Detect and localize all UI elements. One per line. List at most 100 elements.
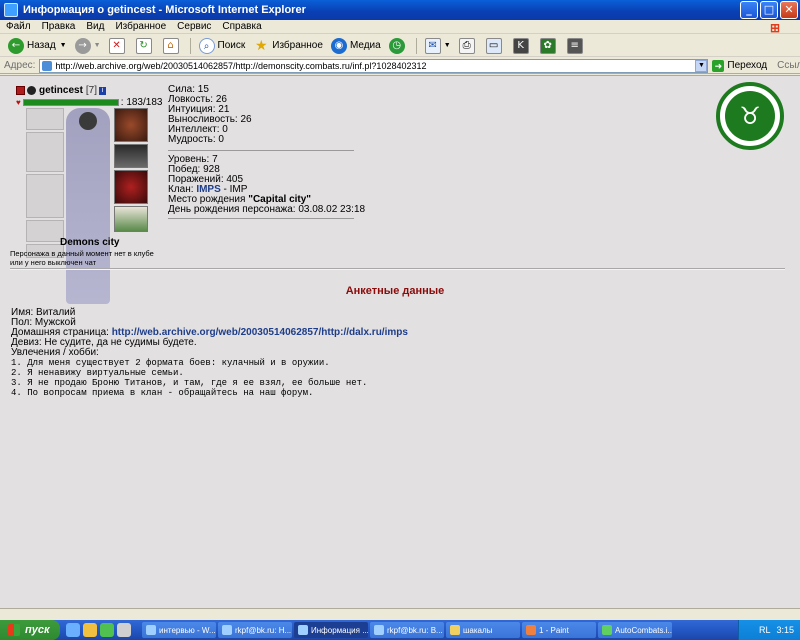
mail-icon: ✉ — [424, 37, 441, 54]
forward-dropdown-icon[interactable]: ▼ — [94, 42, 101, 49]
mail-button[interactable]: ✉ ▼ — [424, 37, 451, 54]
page-content: getincest [7] i ♥ : 183/183 Сила: 15 Лов… — [0, 75, 800, 608]
quicklaunch-media-icon[interactable] — [100, 623, 114, 637]
task-item[interactable]: интервью - W... — [142, 622, 216, 638]
word-icon — [146, 625, 156, 635]
menu-favorites[interactable]: Избранное — [115, 21, 166, 32]
offline-note-line-1: Персонажа в данный момент нет в клубе — [10, 249, 154, 258]
slot-weapon[interactable] — [26, 132, 64, 172]
window-title: Информация о getincest - Microsoft Inter… — [23, 4, 306, 16]
start-label: пуск — [25, 624, 50, 636]
back-arrow-icon: ← — [8, 37, 24, 54]
hobby-item: 4. По вопросам приема в клан - обращайте… — [11, 388, 314, 398]
address-field[interactable]: ▼ — [39, 58, 709, 73]
menu-help[interactable]: Справка — [222, 21, 261, 32]
discuss-icon: K — [512, 37, 529, 54]
slot-armor[interactable] — [26, 174, 64, 218]
toolbar-separator — [415, 37, 417, 54]
menu-tools[interactable]: Сервис — [177, 21, 211, 32]
start-button[interactable]: пуск — [0, 620, 60, 640]
address-dropdown-icon[interactable]: ▼ — [695, 59, 708, 72]
home-button[interactable]: ⌂ — [162, 37, 182, 54]
menu-edit[interactable]: Правка — [42, 21, 76, 32]
forward-button[interactable]: → ▼ — [74, 37, 101, 54]
go-button[interactable]: ➜ Переход — [712, 59, 767, 72]
window-controls: _ □ ✕ — [740, 1, 798, 19]
hp-text: : 183/183 — [120, 97, 163, 108]
quicklaunch-app-icon[interactable] — [117, 623, 131, 637]
menu-view[interactable]: Вид — [86, 21, 104, 32]
info-divider — [168, 218, 354, 219]
slot-helmet[interactable] — [26, 108, 64, 130]
ie-icon — [374, 625, 384, 635]
character-name: getincest — [39, 85, 83, 96]
task-label: шакалы — [463, 625, 493, 635]
taskbar: пуск интервью - W... rkpf@bk.ru: Н... Ин… — [0, 620, 800, 640]
stat-wisdom: Мудрость: 0 — [168, 134, 224, 145]
item-gloves-image[interactable] — [114, 144, 148, 168]
toolbar-separator — [189, 37, 191, 54]
back-button[interactable]: ← Назад ▼ — [8, 37, 67, 54]
research-button[interactable]: ≡ — [566, 37, 586, 54]
offline-note-line-2: или у него выключен чат — [10, 258, 97, 267]
media-button[interactable]: ◉ Медиа — [330, 37, 381, 54]
task-item[interactable]: AutoCombats.i... — [598, 622, 672, 638]
home-icon: ⌂ — [162, 37, 179, 54]
item-boots-image[interactable] — [114, 206, 148, 232]
hp-line: ♥ : 183/183 — [16, 97, 162, 108]
item-shield-image[interactable] — [114, 170, 148, 204]
task-item[interactable]: Информация ... — [294, 622, 368, 638]
research-icon: ≡ — [566, 37, 583, 54]
task-item[interactable]: 1 - Paint — [522, 622, 596, 638]
back-dropdown-icon[interactable]: ▼ — [60, 42, 67, 49]
print-button[interactable]: ⎙ — [458, 37, 478, 54]
task-item[interactable]: rkpf@bk.ru: В... — [370, 622, 444, 638]
task-item[interactable]: rkpf@bk.ru: Н... — [218, 622, 292, 638]
clan-emblem-logo[interactable]: ♉ — [716, 82, 784, 150]
bull-icon: ♉ — [725, 91, 775, 141]
offline-note: Персонажа в данный момент нет в клубе ил… — [10, 249, 180, 267]
stop-button[interactable]: ✕ — [108, 37, 128, 54]
character-doll — [24, 108, 150, 306]
edit-button[interactable]: ▭ — [485, 37, 505, 54]
ie-icon — [298, 625, 308, 635]
task-label: 1 - Paint — [539, 625, 569, 635]
links-button[interactable]: Ссылки — [777, 60, 800, 71]
close-button[interactable]: ✕ — [780, 1, 798, 19]
task-item[interactable]: шакалы — [446, 622, 520, 638]
info-icon[interactable]: i — [99, 86, 107, 95]
task-label: AutoCombats.i... — [615, 625, 672, 635]
refresh-icon: ↻ — [135, 37, 152, 54]
city-name: Demons city — [60, 237, 120, 248]
slot-belt[interactable] — [26, 220, 64, 242]
edit-icon: ▭ — [485, 37, 502, 54]
app-icon — [602, 625, 612, 635]
quicklaunch-desktop-icon[interactable] — [83, 623, 97, 637]
stats-divider — [168, 150, 354, 151]
task-label: Информация ... — [311, 625, 368, 635]
messenger-button[interactable]: ✿ — [539, 37, 559, 54]
minimize-button[interactable]: _ — [740, 1, 758, 19]
back-label: Назад — [27, 40, 56, 51]
favorites-button[interactable]: ★ Избранное — [253, 38, 323, 54]
hp-bar-fill — [23, 100, 118, 105]
menu-file[interactable]: Файл — [6, 21, 31, 32]
profile-section-title: Анкетные данные — [345, 285, 445, 297]
section-divider — [10, 268, 785, 270]
stop-icon: ✕ — [108, 37, 125, 54]
refresh-button[interactable]: ↻ — [135, 37, 155, 54]
toolbar: ← Назад ▼ → ▼ ✕ ↻ ⌂ ⌕ Поиск ★ Избранное … — [0, 35, 800, 57]
align-flag-icon — [16, 86, 25, 95]
address-input[interactable] — [55, 60, 696, 71]
language-indicator[interactable]: RL — [759, 625, 771, 635]
item-helmet-image[interactable] — [114, 108, 148, 142]
mail-dropdown-icon[interactable]: ▼ — [444, 42, 451, 49]
maximize-button[interactable]: □ — [760, 1, 778, 19]
history-button[interactable]: ◷ — [388, 37, 408, 54]
search-button[interactable]: ⌕ Поиск — [198, 37, 245, 54]
messenger-icon: ✿ — [539, 37, 556, 54]
status-bar — [0, 608, 800, 620]
hp-bar — [22, 99, 119, 106]
quicklaunch-ie-icon[interactable] — [66, 623, 80, 637]
discuss-button[interactable]: K — [512, 37, 532, 54]
